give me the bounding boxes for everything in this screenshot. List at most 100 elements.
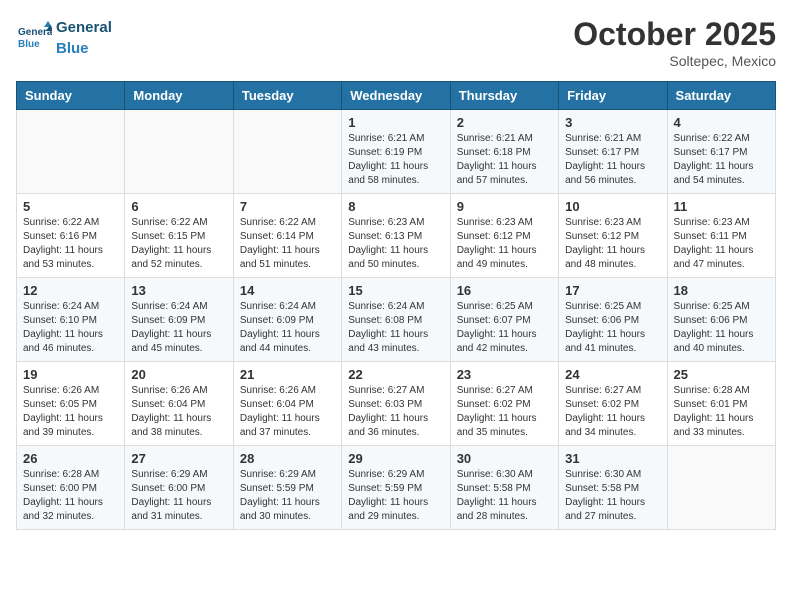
logo-text: General Blue — [56, 16, 112, 58]
weekday-header-wednesday: Wednesday — [342, 82, 450, 110]
calendar-cell — [233, 110, 341, 194]
day-number: 14 — [240, 283, 335, 298]
day-number: 2 — [457, 115, 552, 130]
day-number: 6 — [131, 199, 226, 214]
calendar-cell — [125, 110, 233, 194]
day-number: 11 — [674, 199, 769, 214]
calendar-cell: 17 Sunrise: 6:25 AMSunset: 6:06 PMDayligh… — [559, 278, 667, 362]
calendar-cell: 19Sunrise: 6:26 AMSunset: 6:05 PMDayligh… — [17, 362, 125, 446]
day-info: Sunrise: 6:25 AMSunset: 6:06 PMDaylight:… — [565, 300, 660, 356]
day-number: 13 — [131, 283, 226, 298]
day-info: Sunrise: 6:24 AMSunset: 6:09 PMDaylight:… — [131, 300, 226, 356]
calendar-cell: 26Sunrise: 6:28 AMSunset: 6:00 PMDayligh… — [17, 446, 125, 530]
day-number: 31 — [565, 451, 660, 466]
day-number: 25 — [674, 367, 769, 382]
day-number: 5 — [23, 199, 118, 214]
calendar-cell: 1Sunrise: 6:21 AMSunset: 6:19 PMDaylight… — [342, 110, 450, 194]
calendar-cell: 5Sunrise: 6:22 AMSunset: 6:16 PMDaylight… — [17, 194, 125, 278]
day-number: 23 — [457, 367, 552, 382]
calendar-cell: 29 Sunrise: 6:29 AMSunset: 5:59 PMDayligh… — [342, 446, 450, 530]
calendar-cell: 6Sunrise: 6:22 AMSunset: 6:15 PMDaylight… — [125, 194, 233, 278]
calendar-cell: 4 Sunrise: 6:22 AMSunset: 6:17 PMDaylight… — [667, 110, 775, 194]
day-number: 24 — [565, 367, 660, 382]
week-row-5: 26Sunrise: 6:28 AMSunset: 6:00 PMDayligh… — [17, 446, 776, 530]
day-info: Sunrise: 6:24 AMSunset: 6:10 PMDaylight:… — [23, 300, 118, 356]
day-info: Sunrise: 6:29 AMSunset: 5:59 PMDaylight:… — [240, 468, 335, 524]
day-number: 28 — [240, 451, 335, 466]
calendar-cell: 30Sunrise: 6:30 AMSunset: 5:58 PMDayligh… — [450, 446, 558, 530]
day-info: Sunrise: 6:30 AMSunset: 5:58 PMDaylight:… — [565, 468, 660, 524]
day-info: Sunrise: 6:26 AMSunset: 6:04 PMDaylight:… — [131, 384, 226, 440]
calendar-cell: 2Sunrise: 6:21 AMSunset: 6:18 PMDaylight… — [450, 110, 558, 194]
calendar-cell: 27Sunrise: 6:29 AMSunset: 6:00 PMDayligh… — [125, 446, 233, 530]
weekday-header-monday: Monday — [125, 82, 233, 110]
day-number: 9 — [457, 199, 552, 214]
calendar-cell: 13 Sunrise: 6:24 AMSunset: 6:09 PMDayligh… — [125, 278, 233, 362]
week-row-4: 19Sunrise: 6:26 AMSunset: 6:05 PMDayligh… — [17, 362, 776, 446]
title-block: October 2025 Soltepec, Mexico — [573, 16, 776, 69]
weekday-header-tuesday: Tuesday — [233, 82, 341, 110]
calendar-cell: 24 Sunrise: 6:27 AMSunset: 6:02 PMDayligh… — [559, 362, 667, 446]
day-info: Sunrise: 6:23 AMSunset: 6:12 PMDaylight:… — [457, 216, 552, 272]
day-info: Sunrise: 6:25 AMSunset: 6:07 PMDaylight:… — [457, 300, 552, 356]
day-info: Sunrise: 6:27 AMSunset: 6:03 PMDaylight:… — [348, 384, 443, 440]
weekday-header-thursday: Thursday — [450, 82, 558, 110]
weekday-header-sunday: Sunday — [17, 82, 125, 110]
calendar-cell: 31 Sunrise: 6:30 AMSunset: 5:58 PMDayligh… — [559, 446, 667, 530]
day-info: Sunrise: 6:25 AMSunset: 6:06 PMDaylight:… — [674, 300, 769, 356]
weekday-header-saturday: Saturday — [667, 82, 775, 110]
calendar-cell: 23Sunrise: 6:27 AMSunset: 6:02 PMDayligh… — [450, 362, 558, 446]
page-header: General Blue General Blue October 2025 S… — [16, 16, 776, 69]
calendar-cell: 11 Sunrise: 6:23 AMSunset: 6:11 PMDayligh… — [667, 194, 775, 278]
weekday-header-friday: Friday — [559, 82, 667, 110]
calendar-cell — [667, 446, 775, 530]
week-row-2: 5Sunrise: 6:22 AMSunset: 6:16 PMDaylight… — [17, 194, 776, 278]
day-number: 4 — [674, 115, 769, 130]
day-number: 17 — [565, 283, 660, 298]
day-info: Sunrise: 6:29 AMSunset: 6:00 PMDaylight:… — [131, 468, 226, 524]
day-number: 19 — [23, 367, 118, 382]
day-number: 30 — [457, 451, 552, 466]
day-number: 8 — [348, 199, 443, 214]
week-row-3: 12Sunrise: 6:24 AMSunset: 6:10 PMDayligh… — [17, 278, 776, 362]
calendar-cell: 22 Sunrise: 6:27 AMSunset: 6:03 PMDayligh… — [342, 362, 450, 446]
day-number: 20 — [131, 367, 226, 382]
day-info: Sunrise: 6:26 AMSunset: 6:04 PMDaylight:… — [240, 384, 335, 440]
day-number: 16 — [457, 283, 552, 298]
calendar-cell: 12Sunrise: 6:24 AMSunset: 6:10 PMDayligh… — [17, 278, 125, 362]
calendar-cell: 10Sunrise: 6:23 AMSunset: 6:12 PMDayligh… — [559, 194, 667, 278]
day-info: Sunrise: 6:22 AMSunset: 6:14 PMDaylight:… — [240, 216, 335, 272]
day-info: Sunrise: 6:27 AMSunset: 6:02 PMDaylight:… — [565, 384, 660, 440]
day-number: 26 — [23, 451, 118, 466]
calendar-cell: 9 Sunrise: 6:23 AMSunset: 6:12 PMDaylight… — [450, 194, 558, 278]
day-info: Sunrise: 6:22 AMSunset: 6:17 PMDaylight:… — [674, 132, 769, 188]
calendar-table: SundayMondayTuesdayWednesdayThursdayFrid… — [16, 81, 776, 530]
location: Soltepec, Mexico — [573, 53, 776, 69]
day-info: Sunrise: 6:28 AMSunset: 6:01 PMDaylight:… — [674, 384, 769, 440]
day-info: Sunrise: 6:29 AMSunset: 5:59 PMDaylight:… — [348, 468, 443, 524]
day-info: Sunrise: 6:24 AMSunset: 6:08 PMDaylight:… — [348, 300, 443, 356]
day-info: Sunrise: 6:24 AMSunset: 6:09 PMDaylight:… — [240, 300, 335, 356]
month-title: October 2025 — [573, 16, 776, 53]
day-number: 3 — [565, 115, 660, 130]
calendar-cell: 15 Sunrise: 6:24 AMSunset: 6:08 PMDayligh… — [342, 278, 450, 362]
day-number: 15 — [348, 283, 443, 298]
calendar-cell: 25 Sunrise: 6:28 AMSunset: 6:01 PMDayligh… — [667, 362, 775, 446]
day-info: Sunrise: 6:23 AMSunset: 6:13 PMDaylight:… — [348, 216, 443, 272]
week-row-1: 1Sunrise: 6:21 AMSunset: 6:19 PMDaylight… — [17, 110, 776, 194]
logo-icon: General Blue — [16, 19, 52, 55]
day-number: 22 — [348, 367, 443, 382]
calendar-cell: 3Sunrise: 6:21 AMSunset: 6:17 PMDaylight… — [559, 110, 667, 194]
day-number: 18 — [674, 283, 769, 298]
calendar-cell: 28 Sunrise: 6:29 AMSunset: 5:59 PMDayligh… — [233, 446, 341, 530]
calendar-cell: 20 Sunrise: 6:26 AMSunset: 6:04 PMDayligh… — [125, 362, 233, 446]
calendar-cell — [17, 110, 125, 194]
logo: General Blue General Blue — [16, 16, 112, 58]
day-number: 29 — [348, 451, 443, 466]
day-info: Sunrise: 6:23 AMSunset: 6:11 PMDaylight:… — [674, 216, 769, 272]
svg-text:General: General — [18, 27, 52, 38]
day-number: 10 — [565, 199, 660, 214]
calendar-cell: 7Sunrise: 6:22 AMSunset: 6:14 PMDaylight… — [233, 194, 341, 278]
calendar-cell: 21Sunrise: 6:26 AMSunset: 6:04 PMDayligh… — [233, 362, 341, 446]
day-info: Sunrise: 6:21 AMSunset: 6:19 PMDaylight:… — [348, 132, 443, 188]
